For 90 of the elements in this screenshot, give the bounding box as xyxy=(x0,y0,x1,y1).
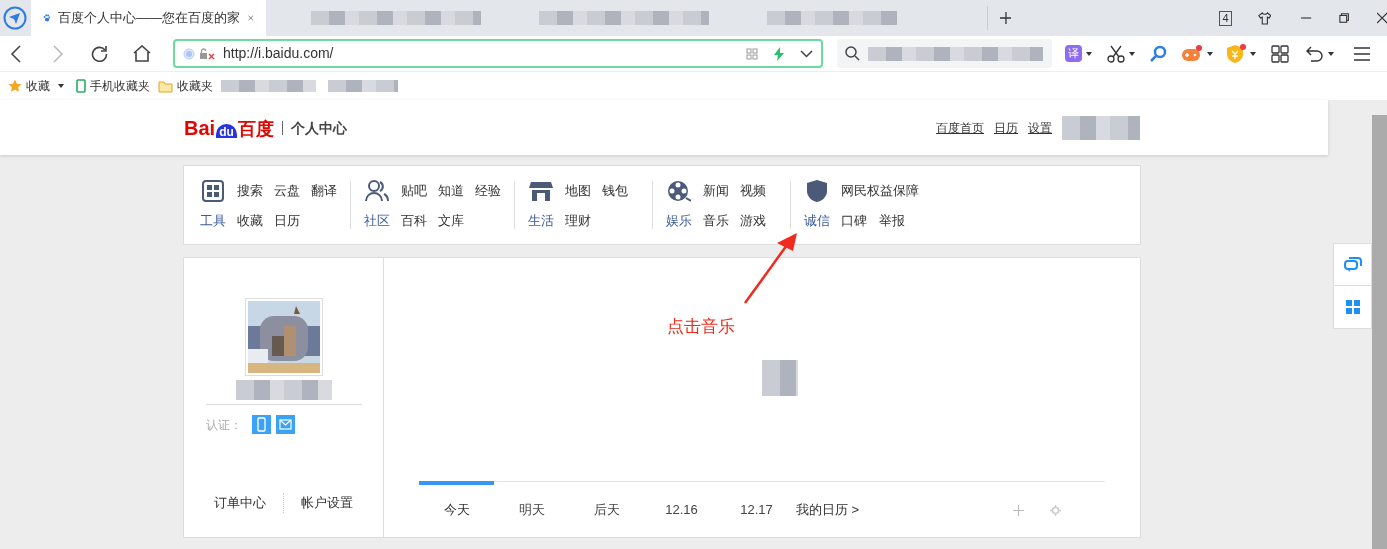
shield-icon[interactable] xyxy=(1226,43,1246,64)
restore-icon[interactable] xyxy=(1338,12,1349,24)
nav-link[interactable]: 视频 xyxy=(740,181,766,201)
nav-link[interactable]: 贴吧 xyxy=(401,181,427,201)
nav-link[interactable]: 百科 xyxy=(401,210,427,231)
menu-icon[interactable] xyxy=(1354,46,1370,61)
new-tab-icon[interactable] xyxy=(999,11,1012,25)
search-icon xyxy=(845,46,860,61)
scissors-icon[interactable] xyxy=(1107,44,1125,63)
nav-link[interactable]: 新闻 xyxy=(703,181,729,201)
nav-link[interactable]: 翻译 xyxy=(311,181,337,201)
translate-button[interactable]: 译 xyxy=(1065,45,1082,62)
nav-link[interactable]: 收藏 xyxy=(237,210,263,231)
nav-link[interactable]: 口碑 xyxy=(841,210,869,231)
caret-icon[interactable] xyxy=(1250,51,1256,56)
bookmark-item[interactable]: 手机收藏夹 xyxy=(76,77,150,95)
verify-label: 认证： xyxy=(205,416,242,434)
close-window-icon[interactable] xyxy=(1376,12,1387,24)
profile-link[interactable]: 订单中心 xyxy=(214,493,266,513)
shop-icon xyxy=(529,179,553,202)
key-icon[interactable] xyxy=(1149,44,1167,63)
back-icon[interactable] xyxy=(10,44,22,63)
search-field[interactable] xyxy=(837,39,1052,68)
shield-icon xyxy=(807,179,827,202)
chevron-down-icon[interactable] xyxy=(800,49,813,58)
caret-icon[interactable] xyxy=(58,84,64,88)
header-link[interactable]: 百度首页 xyxy=(936,118,984,137)
tab-count[interactable]: 4 xyxy=(1219,10,1232,26)
scrollbar[interactable] xyxy=(1372,115,1387,549)
apps-icon[interactable] xyxy=(1271,44,1289,63)
close-icon[interactable] xyxy=(248,13,254,23)
caret-icon[interactable] xyxy=(1129,51,1135,56)
grid-icon[interactable] xyxy=(1345,300,1360,314)
calendar-tab[interactable]: 今天 xyxy=(419,481,494,519)
chat-icon[interactable] xyxy=(1343,256,1362,273)
nav-link[interactable]: 云盘 xyxy=(274,181,300,201)
phone-icon xyxy=(76,79,86,93)
header-link[interactable]: 日历 xyxy=(994,118,1018,137)
calendar-tab[interactable]: 后天 xyxy=(569,481,644,519)
nav-link[interactable]: 知道 xyxy=(438,181,464,201)
caret-icon[interactable] xyxy=(1086,51,1092,56)
people-icon xyxy=(365,179,389,202)
home-icon[interactable] xyxy=(133,45,151,62)
address-bar[interactable]: http://i.baidu.com/ xyxy=(173,39,823,68)
nav-link[interactable]: 日历 xyxy=(274,210,300,231)
film-reel-icon xyxy=(667,179,691,202)
star-icon xyxy=(8,79,22,93)
browser-tab[interactable]: 百度个人中心——您在百度的家 xyxy=(30,0,266,36)
header-link[interactable]: 设置 xyxy=(1028,118,1052,137)
category-link[interactable]: 社区 xyxy=(364,210,390,231)
category-link[interactable]: 生活 xyxy=(528,210,554,231)
bookmark-item[interactable]: 收藏 xyxy=(8,77,50,95)
annotation-text: 点击音乐 xyxy=(667,316,735,338)
insecure-lock-icon xyxy=(199,47,215,60)
profile-link[interactable]: 帐户设置 xyxy=(301,493,353,513)
logo-subtitle: 个人中心 xyxy=(281,120,347,135)
nav-link[interactable]: 搜索 xyxy=(237,181,263,201)
nav-link[interactable]: 文库 xyxy=(438,210,464,231)
caret-icon[interactable] xyxy=(1207,51,1213,56)
calendar-tab[interactable]: 明天 xyxy=(494,481,569,519)
shirt-icon[interactable] xyxy=(1257,10,1272,26)
radio-icon xyxy=(183,47,195,60)
nav-link[interactable]: 举报 xyxy=(879,210,907,231)
gamepad-icon[interactable] xyxy=(1181,43,1203,64)
reload-icon[interactable] xyxy=(91,45,108,62)
category-link[interactable]: 工具 xyxy=(200,210,226,231)
tab-title: 百度个人中心——您在百度的家 xyxy=(58,9,241,28)
calendar-tab[interactable]: 12.17 xyxy=(719,481,794,519)
url-text: http://i.baidu.com/ xyxy=(223,44,334,63)
bookmark-item[interactable]: 收藏夹 xyxy=(158,77,213,95)
undo-icon[interactable] xyxy=(1306,45,1324,62)
mail-icon[interactable] xyxy=(275,415,295,434)
phone-icon[interactable] xyxy=(251,415,271,434)
nav-link[interactable]: 经验 xyxy=(475,181,501,201)
blurred-bookmark xyxy=(328,80,398,92)
nav-link[interactable]: 地图 xyxy=(565,181,591,201)
category-link[interactable]: 娱乐 xyxy=(666,210,692,231)
nav-link[interactable]: 音乐 xyxy=(703,210,729,231)
category-link[interactable]: 诚信 xyxy=(804,210,830,231)
grid-icon xyxy=(202,179,224,202)
calendar-tab[interactable]: 12.16 xyxy=(644,481,719,519)
nav-link[interactable]: 理财 xyxy=(565,210,591,231)
nav-link[interactable]: 游戏 xyxy=(740,210,766,231)
nav-link[interactable]: 钱包 xyxy=(602,181,628,201)
baidu-logo[interactable]: Bai du 百度 xyxy=(184,117,274,138)
caret-icon[interactable] xyxy=(1328,51,1334,56)
calendar-link[interactable]: 我的日历 > xyxy=(796,499,860,519)
nav-link[interactable]: 网民权益保障 xyxy=(841,181,919,201)
loading-placeholder xyxy=(762,360,798,396)
folder-icon xyxy=(158,79,173,93)
